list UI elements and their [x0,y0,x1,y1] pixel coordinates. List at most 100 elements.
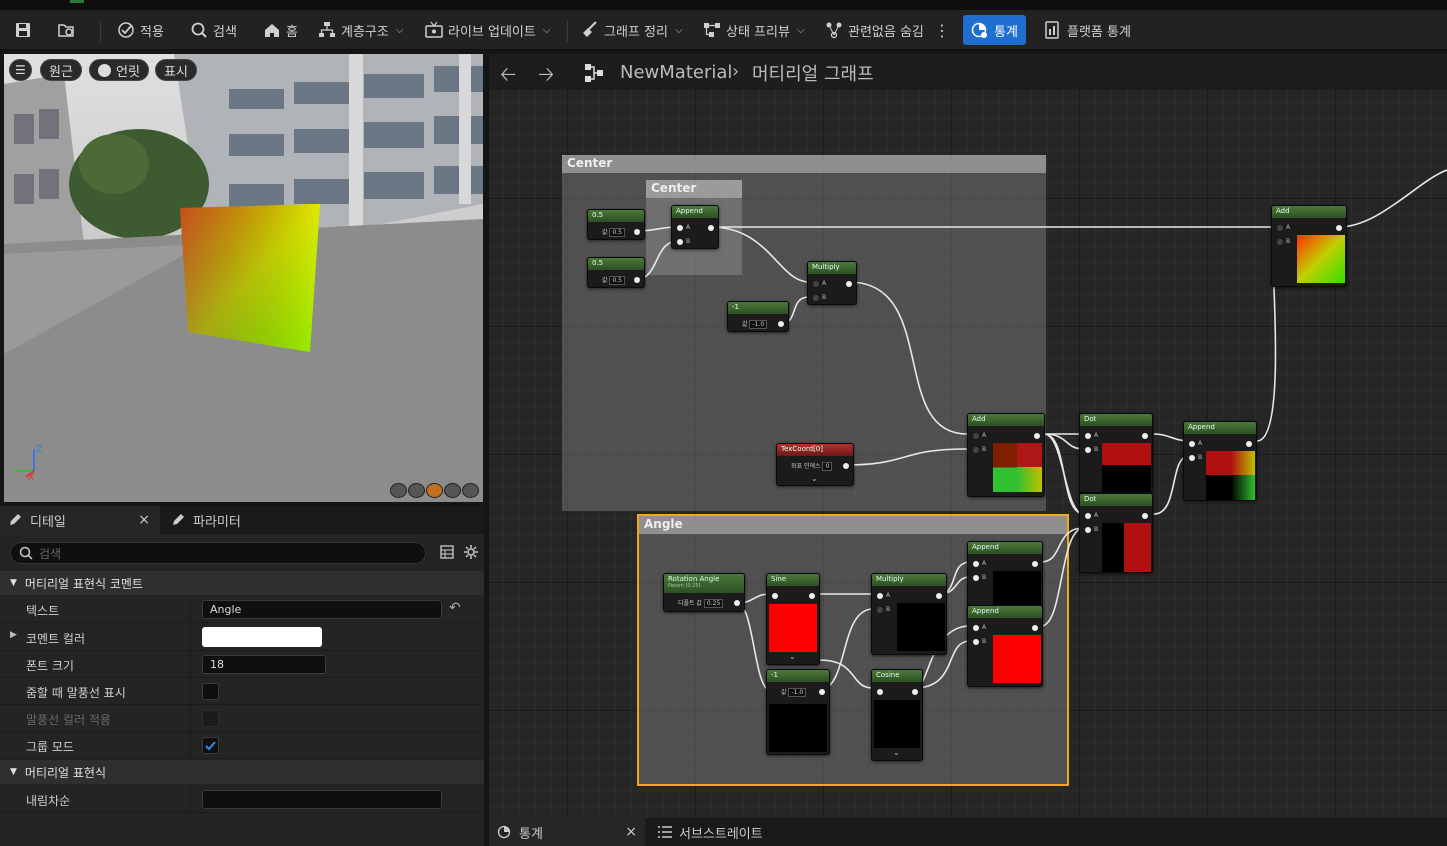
browse-button[interactable] [57,15,75,45]
output-pin[interactable] [778,321,784,327]
show-button[interactable]: 표시 [155,59,197,81]
output-pin[interactable] [734,600,740,606]
group-mode-checkbox[interactable] [202,737,219,754]
output-pin[interactable] [634,277,640,283]
comment-color-swatch[interactable] [202,627,322,647]
append-node-final[interactable]: Append A B [1183,421,1257,501]
search-button[interactable]: 검색 [190,15,237,45]
append-node-1[interactable]: Append A B [671,205,719,249]
texcoord-node[interactable]: TexCoord[0] 좌표 인덱스 0 ⌄ [776,443,854,486]
input-pin[interactable] [772,593,778,599]
input-pin-b[interactable] [677,239,683,245]
perspective-button[interactable]: 원근 [40,59,82,81]
state-preview-button[interactable]: 상태 프리뷰 ⌵ [703,15,805,45]
input-pin[interactable] [877,689,883,695]
tab-stats[interactable]: 통계 × [489,818,645,846]
input-pin-a[interactable] [1085,513,1091,519]
stats-toggle-button[interactable]: 통계 [963,15,1026,45]
dot-node-2[interactable]: Dot A B [1079,493,1153,573]
cube-shape-icon[interactable] [444,483,461,498]
input-pin-a[interactable] [973,433,979,439]
input-pin-b[interactable] [973,575,979,581]
dot-node-1[interactable]: Dot A B [1079,413,1153,493]
input-pin-a[interactable] [1189,441,1195,447]
input-pin-b[interactable] [1277,239,1283,245]
apply-button[interactable]: 적용 [117,15,164,45]
input-pin-a[interactable] [1277,225,1283,231]
input-pin-a[interactable] [1085,433,1091,439]
zoom-bubble-checkbox[interactable] [202,683,219,700]
font-size-input[interactable]: 18 [202,655,326,674]
param-value[interactable]: 0.25 [703,599,724,608]
const-node-1[interactable]: 0.5 값 0.5 [587,209,645,240]
input-pin-b[interactable] [877,607,883,613]
rotation-angle-param-node[interactable]: Rotation Angle Param (0.25) 디폴트 값 0.25 [663,573,745,612]
cylinder-shape-icon[interactable] [390,483,407,498]
back-arrow-icon[interactable]: 🡠 [500,60,516,94]
cosine-node[interactable]: Cosine ⌄ [871,669,923,761]
chevron-down-icon[interactable]: ⌄ [893,748,900,757]
const-neg-node-2[interactable]: -1 값 -1.0 [766,669,830,755]
output-pin[interactable] [809,593,815,599]
more-options-button[interactable]: ⋮ [934,15,950,45]
output-pin[interactable] [843,463,849,469]
input-pin-b[interactable] [973,639,979,645]
const-value[interactable]: 0.5 [609,228,625,237]
gear-icon[interactable] [463,544,479,560]
section-comment-header[interactable]: ▼ 머티리얼 표현식 코멘트 [0,571,484,595]
hierarchy-button[interactable]: 계층구조 ⌵ [318,15,403,45]
input-pin-b[interactable] [973,447,979,453]
input-pin-a[interactable] [677,225,683,231]
input-pin-b[interactable] [1085,447,1091,453]
save-button[interactable] [14,15,32,45]
desc-input[interactable] [202,790,442,809]
lit-mode-button[interactable]: 언릿 [89,59,149,81]
input-pin-b[interactable] [813,295,819,301]
output-pin[interactable] [1142,513,1148,519]
output-pin[interactable] [912,689,918,695]
sine-node[interactable]: Sine ⌄ [766,573,820,665]
graph-cleanup-button[interactable]: 그래프 정리 ⌵ [581,15,683,45]
tab-details[interactable]: 디테일 × [0,506,160,534]
close-icon[interactable]: × [138,512,150,528]
input-pin-a[interactable] [813,281,819,287]
const-value[interactable]: 0.5 [609,276,625,285]
expand-arrow-icon[interactable]: ▶ [10,630,17,640]
output-pin[interactable] [1032,561,1038,567]
output-pin[interactable] [1142,433,1148,439]
const-node-2[interactable]: 0.5 값 0.5 [587,257,645,288]
const-value[interactable]: -1.0 [788,688,807,697]
multiply-node-1[interactable]: Multiply A B [807,261,857,305]
material-graph-canvas[interactable]: Center Center Angle 0.5 값 0.5 0.5 값 0.5 … [489,90,1447,818]
forward-arrow-icon[interactable]: 🡢 [538,60,554,94]
const-neg-node-1[interactable]: -1 값 -1.0 [727,301,789,332]
home-button[interactable]: 홈 [263,15,298,45]
viewport-menu-button[interactable]: ☰ [9,59,32,81]
input-pin-b[interactable] [1085,527,1091,533]
output-pin[interactable] [1246,441,1252,447]
chevron-down-icon[interactable]: ⌄ [811,474,818,483]
tab-substrate[interactable]: 서브스트레이트 [649,818,771,846]
output-pin[interactable] [936,593,942,599]
close-icon[interactable]: × [625,824,637,840]
append-node-3[interactable]: Append A B [967,605,1043,687]
coord-index-value[interactable]: 0 [822,462,833,471]
breadcrumb-root[interactable]: NewMaterial [620,62,732,83]
input-pin-a[interactable] [877,593,883,599]
plane-shape-icon[interactable] [426,483,443,498]
add-node-top[interactable]: Add A B [1271,205,1347,287]
output-pin[interactable] [708,225,714,231]
output-pin[interactable] [819,689,825,695]
reset-arrow-icon[interactable]: ↶ [449,600,461,616]
output-pin[interactable] [1336,225,1342,231]
sphere-shape-icon[interactable] [408,483,425,498]
output-pin[interactable] [846,281,852,287]
input-pin-a[interactable] [973,625,979,631]
input-pin-a[interactable] [973,561,979,567]
section-expression-header[interactable]: ▼ 머티리얼 표현식 [0,760,484,784]
output-pin[interactable] [1034,433,1040,439]
table-view-icon[interactable] [440,545,454,559]
comment-text-input[interactable]: Angle [202,600,442,619]
platform-stats-button[interactable]: 플랫폼 통계 [1044,15,1131,45]
live-update-button[interactable]: 라이브 업데이트 ⌵ [425,15,550,45]
